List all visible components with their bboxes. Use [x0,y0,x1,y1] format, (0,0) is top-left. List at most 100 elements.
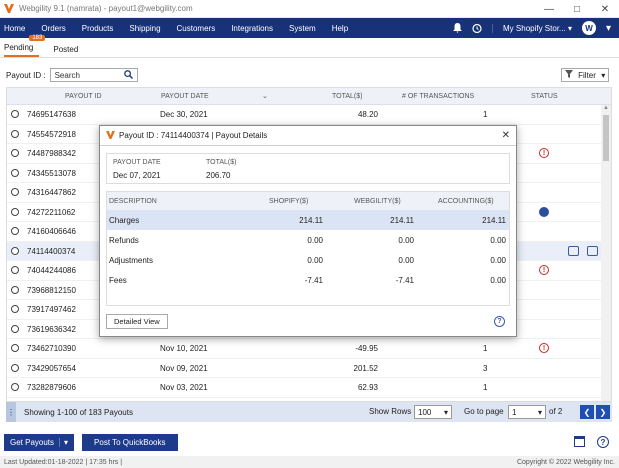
status-bar: Last Updated:01-18-2022 | 17:35 hrs | Co… [0,456,619,468]
rows-per-page-select[interactable]: 100 ▾ [414,405,452,419]
filter-label: Filter [578,70,596,80]
col-webgility: WEBGILITY($) [354,198,401,205]
description: Adjustments [109,256,154,265]
tab-pending[interactable]: Pending 183 [4,35,46,57]
modal-title: Payout ID : 74114400374 | Payout Details [119,131,268,140]
drag-handle-icon[interactable]: ⋮ [6,402,16,422]
nav-customers[interactable]: Customers [169,18,224,38]
description: Fees [109,276,127,285]
bottom-icons: ? [574,436,609,448]
pending-count-badge: 183 [29,35,46,41]
row-radio[interactable] [11,227,19,235]
shopify-amount: 0.00 [307,256,323,265]
nav-system[interactable]: System [281,18,324,38]
nav-shipping[interactable]: Shipping [121,18,168,38]
maximize-icon[interactable]: □ [563,0,591,18]
chevron-down-icon: ▾ [443,407,448,417]
col-description: DESCRIPTION [109,198,157,205]
store-name: My Shopify Stor... [503,23,566,33]
scroll-up-icon[interactable]: ▲ [603,105,609,111]
row-radio[interactable] [11,129,19,138]
error-status-icon[interactable]: ! [539,343,549,353]
payout-id: 73968812150 [27,285,76,295]
table-row[interactable]: 73462710390 Nov 10, 2021 -49.95 1! [7,339,601,359]
rows-per-page-value: 100 [418,407,432,417]
store-selector[interactable]: My Shopify Stor... ▾ [492,23,572,33]
col-status[interactable]: STATUS [531,93,558,100]
nav-products[interactable]: Products [74,18,122,38]
page-number-select[interactable]: 1 ▾ [508,405,546,419]
tab-posted[interactable]: Posted [53,45,84,57]
close-window-icon[interactable]: ✕ [591,0,619,18]
shopify-amount: -7.41 [304,276,323,285]
col-total[interactable]: TOTAL($) [332,93,362,100]
search-icon[interactable] [123,69,133,81]
vertical-scrollbar[interactable]: ▲ [601,105,611,401]
view-details-icon[interactable] [568,245,579,256]
table-row[interactable]: 74695147638 Dec 30, 2021 48.20 1 [7,105,601,125]
sort-icon[interactable]: ⌄ [262,92,268,100]
row-radio[interactable] [11,266,19,274]
row-radio[interactable] [11,207,19,216]
goto-label: Go to page [464,407,504,416]
row-radio[interactable] [11,168,19,177]
row-radio[interactable] [11,363,19,372]
error-status-icon[interactable]: ! [539,265,549,275]
next-page-icon[interactable]: ❯ [596,405,610,419]
payout-id: 74487988342 [27,149,76,158]
detailed-view-button[interactable]: Detailed View [106,314,168,329]
help-icon[interactable]: ? [597,436,609,448]
row-radio[interactable] [11,305,19,313]
col-transactions[interactable]: # OF TRANSACTIONS [402,93,474,100]
payout-summary: PAYOUT DATE Dec 07, 2021 TOTAL($) 206.70 [106,153,510,184]
col-payout-id[interactable]: PAYOUT ID [65,93,102,100]
row-radio[interactable] [11,149,19,157]
minimize-icon[interactable]: — [535,0,563,18]
transaction-count: 1 [483,110,488,119]
row-radio[interactable] [11,188,19,196]
scroll-thumb[interactable] [603,115,609,161]
showing-count: Showing 1-100 of 183 Payouts [24,407,133,417]
payout-date-value: Dec 07, 2021 [113,171,161,180]
nav-help[interactable]: Help [324,18,356,38]
row-radio[interactable] [11,344,19,352]
error-status-icon[interactable]: ! [539,148,549,158]
close-icon[interactable]: ✕ [502,130,510,141]
nav-integrations[interactable]: Integrations [223,18,281,38]
filter-button[interactable]: Filter ▾ [561,68,609,82]
calendar-icon[interactable] [574,436,585,447]
bell-icon[interactable] [453,23,463,33]
payout-details-modal: Payout ID : 74114400374 | Payout Details… [99,125,517,337]
post-icon[interactable] [587,245,598,256]
chevron-down-icon[interactable]: ▾ [606,23,611,34]
transaction-count: 1 [483,383,488,392]
modal-header: Payout ID : 74114400374 | Payout Details… [100,126,516,146]
row-radio[interactable] [11,246,19,255]
payout-id: 74554572918 [27,129,76,139]
table-row[interactable]: 73429057654 Nov 09, 2021 201.52 3 [7,359,601,378]
nav-home[interactable]: Home [0,18,33,38]
webgility-logo-icon [4,4,14,14]
col-shopify: SHOPIFY($) [269,198,309,205]
search-input[interactable]: Search [49,68,138,82]
chevron-down-icon[interactable]: ▾ [59,438,68,447]
breakdown-row: Charges 214.11 214.11 214.11 [107,210,509,230]
show-rows-label: Show Rows [369,407,412,416]
help-icon[interactable]: ? [494,316,505,327]
row-radio[interactable] [11,383,19,391]
processing-status-icon[interactable] [539,206,549,217]
transaction-count: 1 [483,344,488,353]
row-radio[interactable] [11,110,19,118]
avatar[interactable]: W [581,21,596,35]
breakdown-row: Refunds 0.00 0.00 0.00 [107,230,509,250]
post-to-quickbooks-button[interactable]: Post To QuickBooks [82,434,178,451]
payout-date: Nov 09, 2021 [160,363,208,373]
prev-page-icon[interactable]: ❮ [580,405,594,419]
row-radio[interactable] [11,285,19,294]
col-payout-date[interactable]: PAYOUT DATE [161,93,209,100]
timer-icon[interactable] [472,23,482,33]
table-row[interactable]: 73282879606 Nov 03, 2021 62.93 1 [7,378,601,398]
row-radio[interactable] [11,324,19,333]
tab-label: Posted [53,45,79,54]
get-payouts-button[interactable]: Get Payouts ▾ [4,434,75,451]
